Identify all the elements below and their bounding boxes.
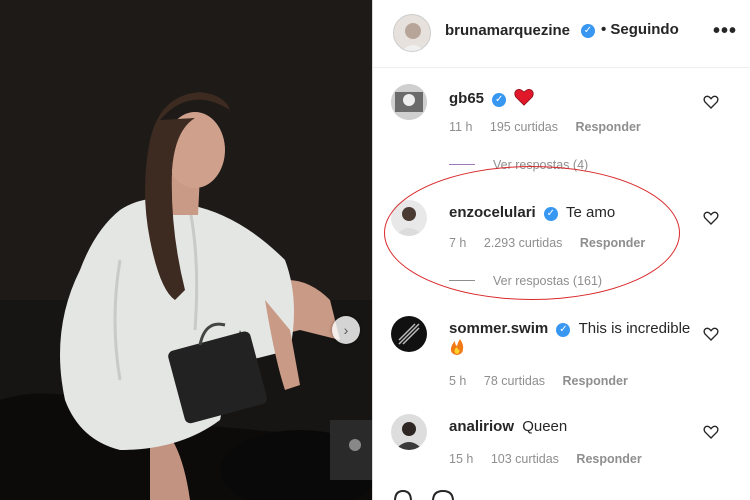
next-photo-button[interactable]: ›: [332, 316, 360, 344]
heart-outline-icon[interactable]: [703, 94, 719, 110]
reply-button[interactable]: Responder: [580, 236, 645, 250]
verified-badge-icon: ✓: [581, 24, 595, 38]
replies-line: [449, 164, 475, 165]
verified-badge-icon: ✓: [492, 93, 507, 107]
view-replies-button[interactable]: Ver respostas (4): [449, 158, 588, 172]
author-username[interactable]: brunamarquezine: [445, 22, 570, 39]
comment-username[interactable]: enzocelulari: [449, 204, 536, 221]
comment-likes[interactable]: 103 curtidas: [491, 452, 559, 466]
comment-username[interactable]: gb65: [449, 90, 484, 107]
author-avatar-image: [394, 15, 430, 51]
avatar[interactable]: [391, 316, 427, 352]
action-icons: [394, 489, 454, 500]
following-status[interactable]: • Seguindo: [601, 21, 679, 38]
comment-text: Queen: [522, 418, 568, 435]
comment-text: This is incredible: [578, 320, 691, 337]
view-replies-label: Ver respostas (4): [493, 158, 589, 172]
comment-time: 15 h: [449, 452, 474, 466]
avatar[interactable]: [391, 200, 427, 236]
verified-badge-icon: ✓: [543, 207, 558, 221]
heart-outline-icon[interactable]: [703, 210, 719, 226]
verified-badge-icon: ✓: [556, 323, 571, 337]
action-bar: [393, 488, 473, 500]
comment-username[interactable]: sommer.swim: [449, 320, 548, 337]
comments-panel: brunamarquezine ✓ • Seguindo ••• gb65 ✓ …: [372, 0, 750, 500]
more-options-icon[interactable]: •••: [713, 20, 737, 43]
view-replies-button[interactable]: Ver respostas (161): [449, 274, 602, 288]
heart-outline-icon[interactable]: [703, 326, 719, 342]
avatar-image: [391, 414, 427, 450]
comment-likes[interactable]: 2.293 curtidas: [484, 236, 563, 250]
reply-button[interactable]: Responder: [576, 452, 641, 466]
comment-likes[interactable]: 78 curtidas: [484, 374, 545, 388]
comment-username[interactable]: analiriow: [449, 418, 514, 435]
comment-time: 5 h: [449, 374, 467, 388]
avatar[interactable]: [391, 84, 427, 120]
author-avatar[interactable]: [393, 14, 431, 52]
comment-text: Te amo: [566, 204, 616, 221]
reply-button[interactable]: Responder: [563, 374, 628, 388]
red-heart-icon: [514, 88, 534, 106]
fire-emoji-icon: [450, 339, 464, 355]
avatar-image: [391, 84, 427, 120]
post-header: brunamarquezine ✓ • Seguindo •••: [373, 0, 750, 68]
heart-outline-icon: [394, 489, 412, 500]
reply-button[interactable]: Responder: [575, 120, 640, 134]
comment-time: 7 h: [449, 236, 467, 250]
photo-illustration: [0, 0, 372, 500]
post-photo[interactable]: ›: [0, 0, 372, 500]
comment-time: 11 h: [449, 120, 473, 134]
view-replies-label: Ver respostas (161): [493, 274, 603, 288]
replies-line: [449, 280, 475, 281]
avatar[interactable]: [391, 414, 427, 450]
avatar-image: [391, 316, 427, 352]
avatar-image: [391, 200, 427, 236]
heart-outline-icon[interactable]: [703, 424, 719, 440]
comment-icon: [432, 489, 454, 500]
comment-likes[interactable]: 195 curtidas: [490, 120, 558, 134]
